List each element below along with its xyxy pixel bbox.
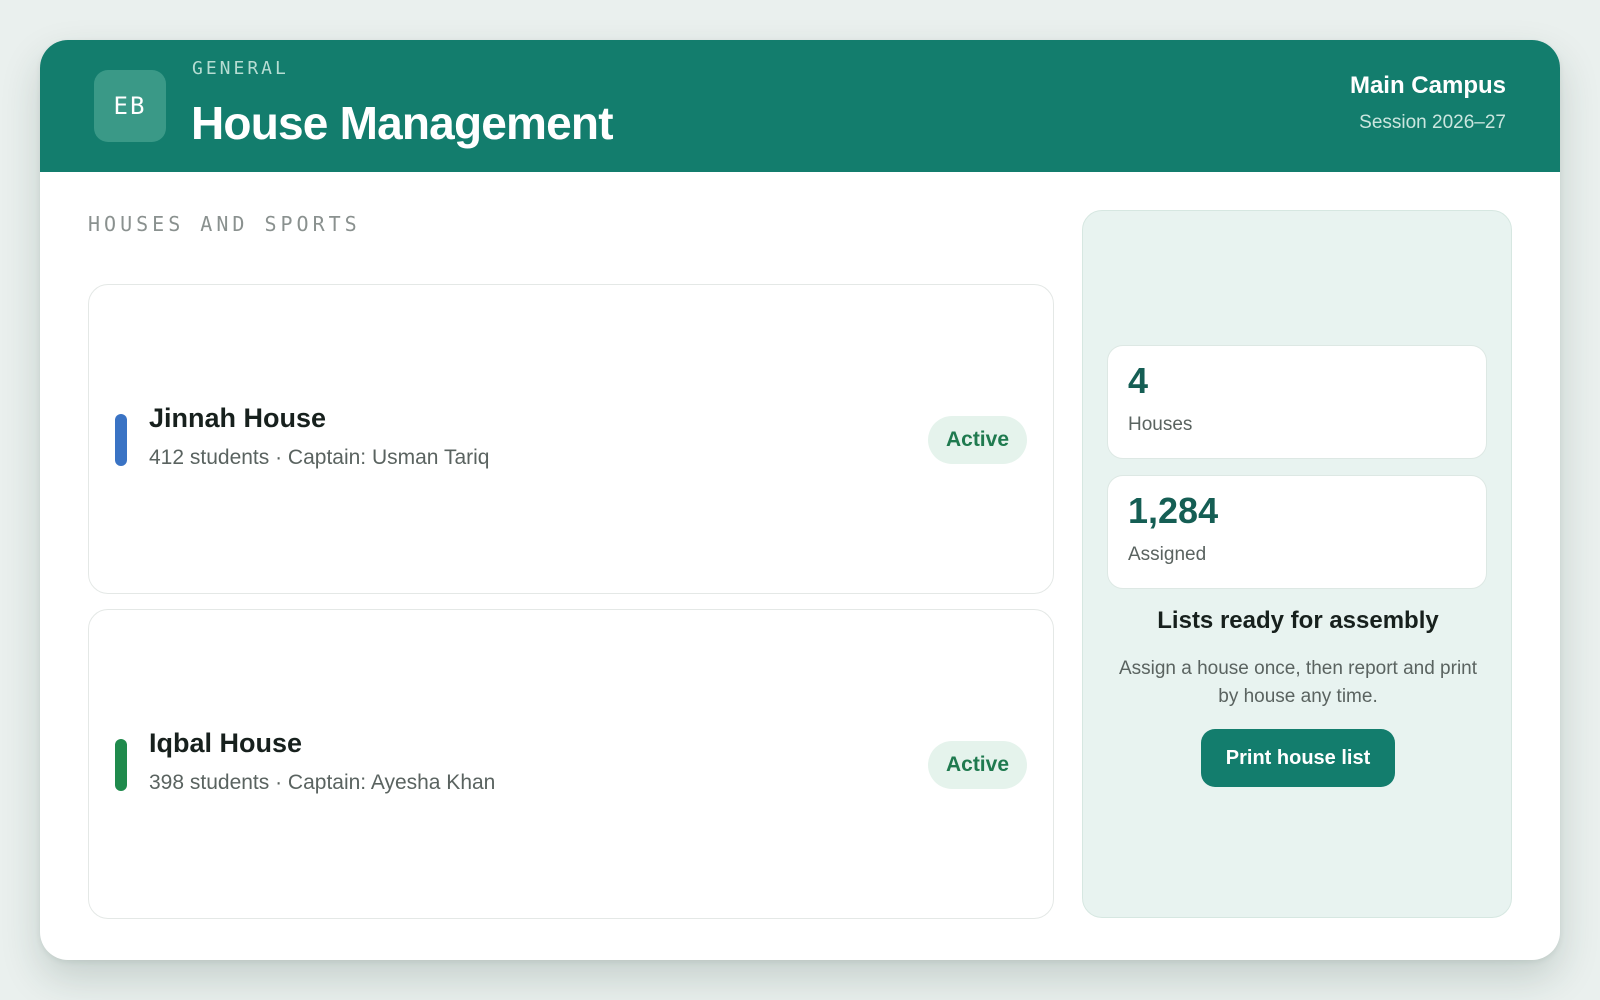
page-title: House Management (191, 97, 614, 149)
app-window: EB GENERAL House Management Main Campus … (40, 40, 1560, 960)
house-name: Jinnah House (149, 403, 327, 433)
house-card-jinnah[interactable]: Jinnah House 412 students · Captain: Usm… (88, 284, 1054, 594)
page-header: EB GENERAL House Management Main Campus … (40, 40, 1560, 172)
print-house-list-button[interactable]: Print house list (1201, 729, 1395, 787)
house-name: Iqbal House (149, 728, 303, 758)
school-logo[interactable]: EB (94, 70, 166, 142)
session-label: Session 2026–27 (1359, 112, 1506, 133)
status-badge: Active (927, 741, 1027, 789)
status-badge: Active (927, 416, 1027, 464)
panel-heading: Lists ready for assembly (1157, 607, 1439, 634)
panel-description: Assign a house once, then report and pri… (1118, 658, 1478, 707)
campus-name: Main Campus (1349, 72, 1506, 99)
stat-label: Houses (1128, 414, 1193, 435)
house-card-iqbal[interactable]: Iqbal House 398 students · Captain: Ayes… (88, 609, 1054, 919)
house-details: 398 students · Captain: Ayesha Khan (149, 771, 496, 794)
section-eyebrow: GENERAL (192, 58, 289, 79)
house-color-bar (115, 739, 127, 791)
house-details: 412 students · Captain: Usman Tariq (149, 446, 490, 469)
section-label: HOUSES AND SPORTS (88, 212, 361, 236)
stat-value: 4 (1128, 360, 1149, 401)
stat-card-assigned: 1,284 Assigned (1107, 475, 1487, 589)
stat-value: 1,284 (1128, 490, 1219, 531)
stat-card-houses: 4 Houses (1107, 345, 1487, 459)
stat-label: Assigned (1128, 544, 1207, 565)
summary-panel: 4 Houses 1,284 Assigned Lists ready for … (1082, 210, 1512, 918)
house-color-bar (115, 414, 127, 466)
